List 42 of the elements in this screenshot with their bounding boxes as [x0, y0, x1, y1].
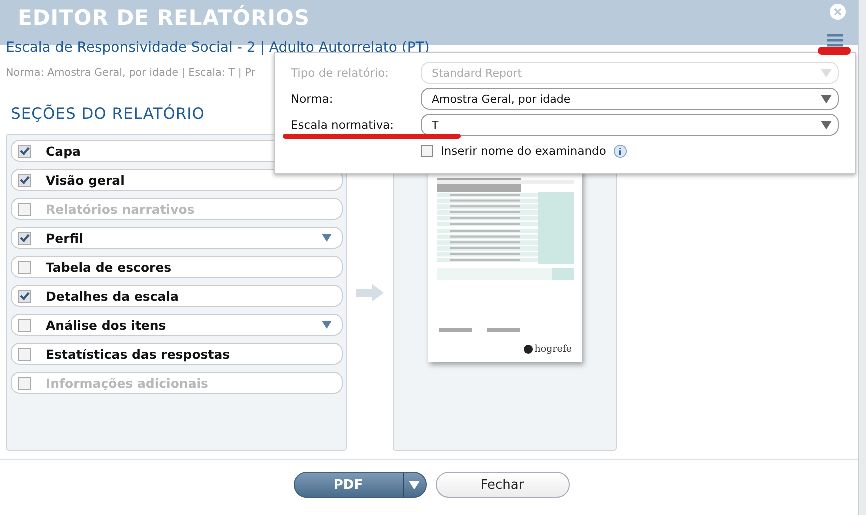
info-icon[interactable] — [614, 144, 628, 158]
check-icon — [20, 292, 30, 300]
field-label: Tipo de relatório: — [291, 66, 390, 80]
section-item[interactable]: Tabela de escores — [11, 256, 343, 278]
logo-icon — [524, 345, 533, 354]
menu-icon[interactable] — [827, 34, 843, 48]
section-item[interactable]: Estatísticas das respostas — [11, 343, 343, 365]
caret-icon — [409, 480, 420, 490]
arrow-icon — [356, 284, 384, 302]
logo-text: hogrefe — [524, 344, 572, 355]
close-icon[interactable] — [830, 4, 846, 20]
close-button[interactable]: Fechar — [436, 472, 570, 498]
norm-info: Norma: Amostra Geral, por idade | Escala: T | Pr — [6, 67, 256, 79]
section-item[interactable]: Visão geral — [11, 169, 343, 191]
dropdown-icon — [821, 68, 832, 78]
checkbox[interactable] — [18, 318, 31, 332]
check-icon — [20, 146, 30, 156]
field-label: Norma: — [291, 92, 334, 106]
checkbox[interactable] — [18, 174, 31, 186]
section-item[interactable]: Detalhes da escala — [11, 285, 343, 307]
checkbox[interactable] — [18, 260, 31, 274]
section-item[interactable]: Análise dos itens — [11, 314, 343, 336]
checkbox-label: Inserir nome do examinando — [441, 144, 606, 158]
checkbox[interactable] — [18, 348, 31, 360]
section-item[interactable]: Perfil — [11, 227, 343, 249]
expand-icon — [322, 234, 332, 242]
dialog-title: EDITOR DE RELATÓRIOS — [18, 5, 310, 31]
select-field[interactable]: Amostra Geral, por idade — [421, 88, 839, 110]
checkbox[interactable] — [18, 144, 31, 158]
checkbox[interactable] — [18, 232, 31, 244]
select-field[interactable]: T — [421, 114, 839, 136]
dropdown-icon — [821, 94, 832, 104]
field-label: Escala normativa: — [291, 118, 394, 132]
check-icon — [20, 176, 30, 184]
sections-heading: SEÇÕES DO RELATÓRIO — [11, 105, 205, 123]
expand-icon — [322, 321, 332, 329]
check-icon — [20, 234, 30, 242]
checkbox[interactable] — [18, 290, 31, 302]
dropdown-icon — [821, 120, 832, 130]
pdf-button[interactable]: PDF — [294, 472, 426, 498]
highlight-mark — [818, 47, 851, 55]
checkbox[interactable] — [421, 145, 433, 157]
